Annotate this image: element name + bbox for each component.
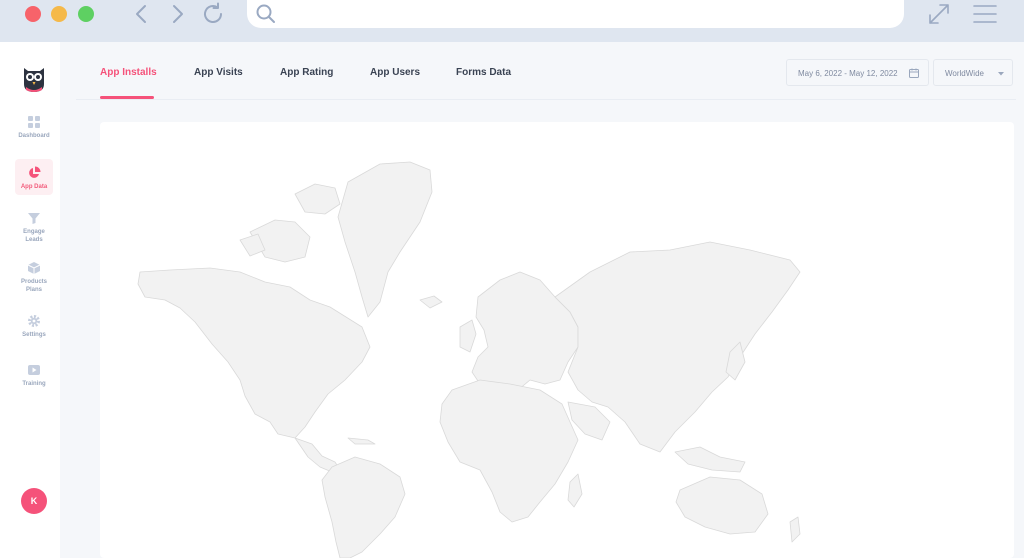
chevron-down-icon [998, 72, 1004, 76]
south-america-landmass [321, 456, 406, 558]
url-input[interactable] [283, 4, 887, 26]
date-range-picker[interactable]: May 6, 2022 - May 12, 2022 [786, 59, 929, 86]
browser-chrome [0, 0, 1024, 42]
sidebar-item-label: Engage Leads [23, 229, 45, 243]
north-america-landmass [137, 267, 371, 439]
sidebar-item-label: App Data [20, 184, 48, 190]
caribbean-island [347, 437, 376, 445]
arctic-island [294, 183, 341, 215]
search-icon [256, 4, 275, 23]
greenland-landmass [337, 161, 433, 318]
region-value: WorldWide [945, 69, 984, 78]
hamburger-menu-icon[interactable] [972, 3, 998, 25]
maximize-window-button[interactable] [78, 6, 94, 22]
app-window: Dashboard App Data Engage Leads Products… [0, 42, 1024, 558]
sidebar-item-app-data[interactable]: App Data [15, 159, 53, 195]
grid-icon [28, 116, 40, 128]
tab-divider [76, 99, 1016, 100]
gear-icon [28, 315, 40, 327]
british-isles [459, 319, 477, 353]
sidebar-item-settings[interactable]: Settings [15, 314, 53, 352]
new-zealand-landmass [789, 516, 801, 543]
owl-logo-icon [24, 68, 44, 92]
sidebar-item-label: Settings [22, 332, 46, 338]
box-icon [27, 262, 41, 274]
back-icon[interactable] [130, 2, 154, 26]
calendar-icon [909, 68, 919, 78]
date-range-value: May 6, 2022 - May 12, 2022 [798, 69, 898, 78]
sidebar-item-products-plans[interactable]: Products Plans [15, 261, 53, 299]
world-map-card [100, 122, 1014, 558]
southeast-asia-islands [674, 446, 746, 473]
tab-app-rating[interactable]: App Rating [280, 67, 333, 78]
sidebar-item-training[interactable]: Training [15, 363, 53, 401]
main-content: App Installs App Visits App Rating App U… [76, 42, 1024, 558]
tab-app-visits[interactable]: App Visits [194, 67, 243, 78]
user-avatar[interactable]: K [21, 488, 47, 514]
tab-app-users[interactable]: App Users [370, 67, 420, 78]
minimize-window-button[interactable] [51, 6, 67, 22]
tab-forms-data[interactable]: Forms Data [456, 67, 511, 78]
madagascar-landmass [567, 473, 583, 508]
sidebar-item-engage-leads[interactable]: Engage Leads [15, 211, 53, 249]
sidebar: Dashboard App Data Engage Leads Products… [0, 42, 60, 558]
world-map [137, 161, 801, 558]
iceland-landmass [419, 295, 443, 309]
close-window-button[interactable] [25, 6, 41, 22]
sidebar-item-label: Training [22, 381, 46, 387]
reload-icon[interactable] [201, 2, 225, 26]
europe-landmass [471, 271, 579, 398]
forward-icon[interactable] [165, 2, 189, 26]
tab-app-installs[interactable]: App Installs [100, 67, 157, 78]
africa-landmass [439, 379, 579, 523]
region-select[interactable]: WorldWide [933, 59, 1013, 86]
pie-chart-icon [29, 166, 41, 178]
sidebar-item-label: Products Plans [20, 279, 47, 293]
australia-landmass [675, 476, 769, 535]
funnel-icon [28, 213, 40, 224]
expand-icon[interactable] [927, 2, 951, 26]
sidebar-item-dashboard[interactable]: Dashboard [15, 115, 53, 153]
address-bar[interactable] [247, 0, 904, 28]
sidebar-item-label: Dashboard [18, 133, 50, 139]
video-icon [28, 365, 40, 375]
